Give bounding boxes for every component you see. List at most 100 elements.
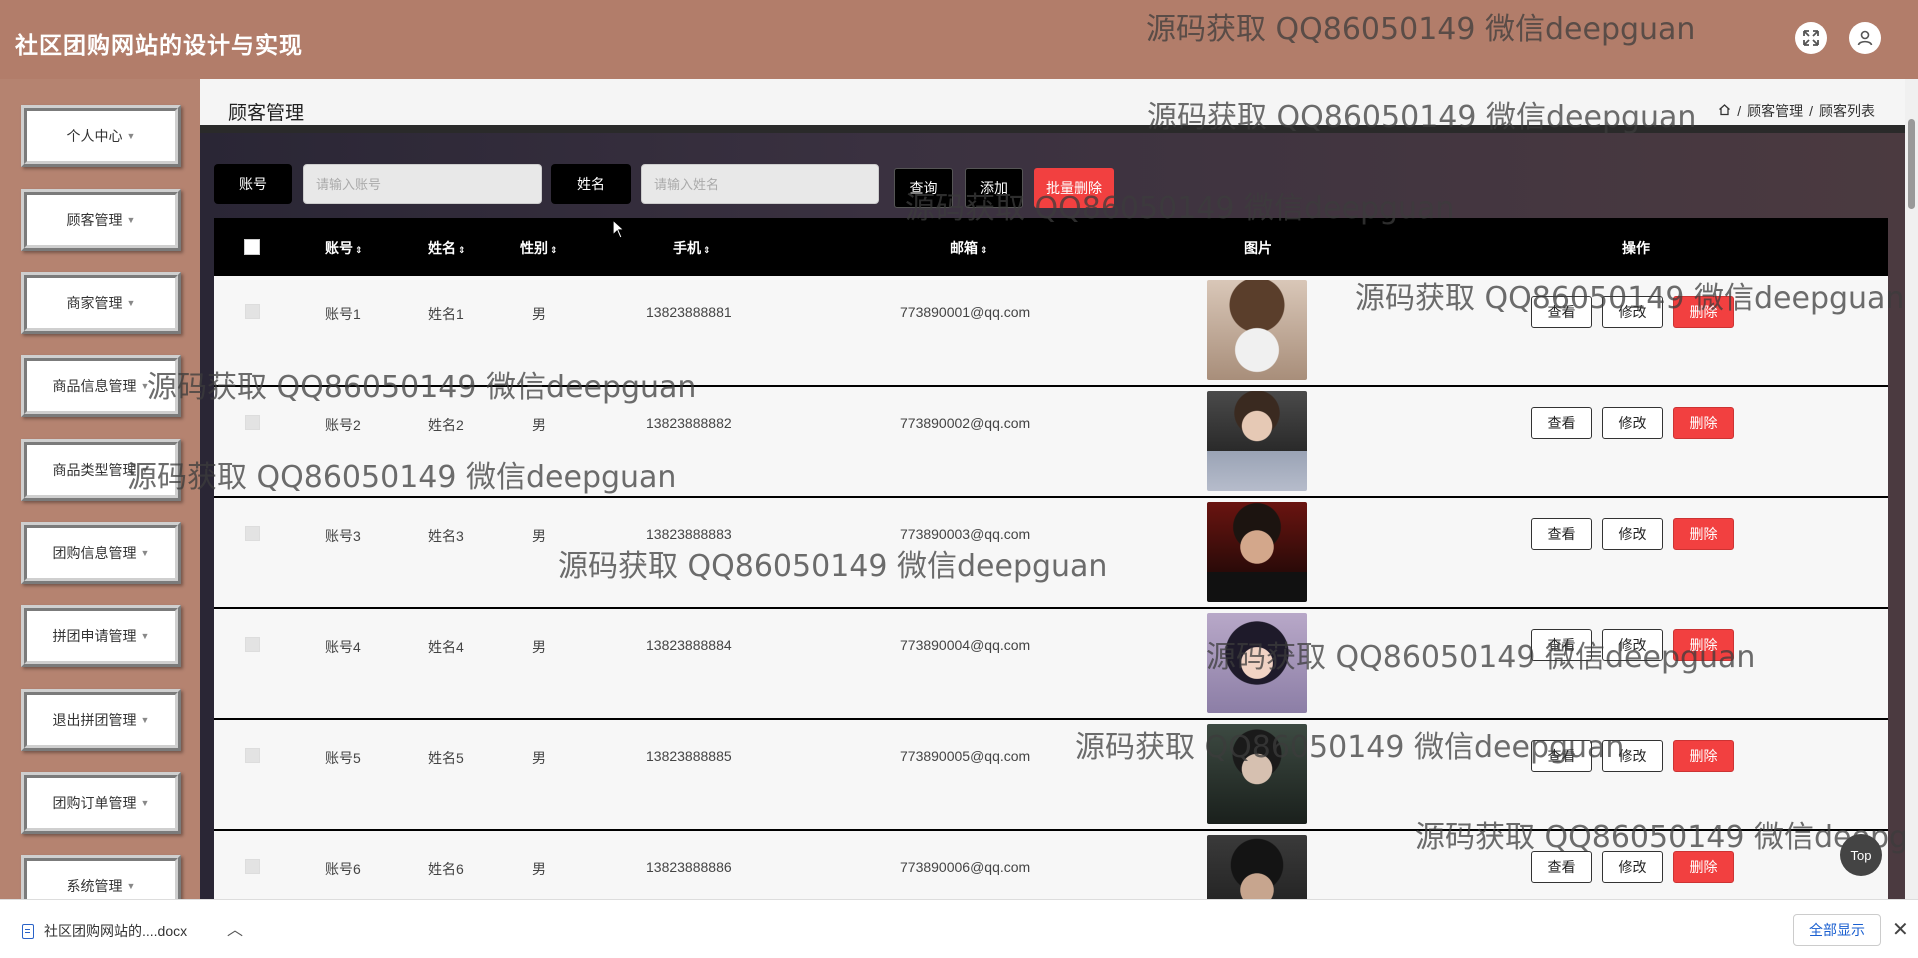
delete-button[interactable]: 删除 [1673,740,1734,772]
cell-phone: 13823888885 [646,748,732,764]
download-filename[interactable]: 社区团购网站的....docx [44,921,187,941]
sidebar-item-group-apply[interactable]: 拼团申请管理 ▼ [21,605,181,667]
header-email[interactable]: 邮箱 ⇕ [950,238,988,258]
cell-phone: 13823888881 [646,304,732,320]
delete-button[interactable]: 删除 [1673,518,1734,550]
name-label: 姓名 [551,164,631,204]
caret-down-icon: ▼ [126,881,136,891]
sidebar-item-personal-center[interactable]: 个人中心 ▼ [21,105,181,167]
cell-account: 账号3 [325,528,361,544]
download-item[interactable]: 社区团购网站的....docx [22,921,187,941]
cell-name: 姓名4 [428,639,464,655]
cell-email: 773890001@qq.com [900,304,1031,320]
add-button[interactable]: 添加 [965,168,1023,208]
sidebar-item-label: 商品类型管理 [52,462,137,478]
customer-photo[interactable] [1207,502,1307,602]
delete-button[interactable]: 删除 [1673,296,1734,328]
customer-photo[interactable] [1207,280,1307,380]
breadcrumb-separator: / [1737,103,1742,119]
table-row: 账号3 姓名3 男 13823888883 773890003@qq.com 查看 修改 删除 [214,498,1888,609]
scrollbar-thumb[interactable] [1908,119,1915,209]
account-search-input[interactable] [303,164,542,204]
chevron-up-icon[interactable]: ︿ [227,916,243,940]
cell-name: 姓名2 [428,417,464,433]
page-header: 顾客管理 / 顾客管理 / 顾客列表 [200,79,1905,133]
show-all-button[interactable]: 全部显示 [1793,914,1881,946]
sidebar-item-label: 拼团申请管理 [52,628,137,644]
sidebar-item-customer-management[interactable]: 顾客管理 ▼ [21,189,181,251]
breadcrumb-item[interactable]: 顾客管理 [1747,101,1803,121]
delete-button[interactable]: 删除 [1673,629,1734,661]
header-account[interactable]: 账号 ⇕ [325,238,363,258]
sidebar-item-group-orders[interactable]: 团购订单管理 ▼ [21,772,181,834]
sidebar-item-label: 系统管理 [66,878,123,894]
sidebar-item-group-buy-info[interactable]: 团购信息管理 ▼ [21,522,181,584]
header-phone[interactable]: 手机 ⇕ [673,238,711,258]
caret-down-icon: ▼ [126,215,136,225]
row-checkbox[interactable] [245,526,260,541]
edit-button[interactable]: 修改 [1602,518,1663,550]
sidebar-item-group-exit[interactable]: 退出拼团管理 ▼ [21,689,181,751]
home-icon[interactable] [1718,103,1731,119]
row-checkbox[interactable] [245,304,260,319]
query-button[interactable]: 查询 [894,168,953,208]
batch-delete-button[interactable]: 批量删除 [1034,168,1114,208]
customer-photo[interactable] [1207,391,1307,491]
customer-photo[interactable] [1207,835,1307,899]
cell-name: 姓名5 [428,750,464,766]
mouse-cursor-icon [612,219,626,239]
edit-button[interactable]: 修改 [1602,851,1663,883]
edit-button[interactable]: 修改 [1602,407,1663,439]
row-checkbox[interactable] [245,415,260,430]
close-icon[interactable]: ✕ [1892,917,1909,942]
edit-button[interactable]: 修改 [1602,740,1663,772]
sort-icon: ⇕ [980,245,988,255]
select-all-checkbox[interactable] [244,239,260,255]
caret-down-icon: ▼ [140,798,150,808]
cell-email: 773890004@qq.com [900,637,1031,653]
back-to-top-button[interactable]: Top [1840,834,1882,876]
sidebar-item-product-type[interactable]: 商品类型管理 ▼ [21,439,181,501]
table-row: 账号2 姓名2 男 13823888882 773890002@qq.com 查看 修改 删除 [214,387,1888,498]
delete-button[interactable]: 删除 [1673,851,1734,883]
customer-photo[interactable] [1207,724,1307,824]
sidebar-item-merchant-management[interactable]: 商家管理 ▼ [21,272,181,334]
breadcrumb-item: 顾客列表 [1819,103,1875,119]
row-checkbox[interactable] [245,859,260,874]
delete-button[interactable]: 删除 [1673,407,1734,439]
header-name[interactable]: 姓名 ⇕ [428,238,466,258]
name-search-input[interactable] [641,164,879,204]
table-row: 账号6 姓名6 男 13823888886 773890006@qq.com 查看 修改 删除 [214,831,1888,899]
row-checkbox[interactable] [245,748,260,763]
user-icon[interactable] [1849,22,1881,54]
caret-down-icon: ▼ [140,465,150,475]
cell-account: 账号6 [325,861,361,877]
row-checkbox[interactable] [245,637,260,652]
fullscreen-icon[interactable] [1795,22,1827,54]
view-button[interactable]: 查看 [1531,740,1592,772]
view-button[interactable]: 查看 [1531,407,1592,439]
cell-email: 773890002@qq.com [900,415,1031,431]
edit-button[interactable]: 修改 [1602,296,1663,328]
cell-account: 账号5 [325,750,361,766]
customer-photo[interactable] [1207,613,1307,713]
sidebar-item-label: 商家管理 [66,295,123,311]
page-title: 顾客管理 [228,103,305,124]
cell-name: 姓名6 [428,861,464,877]
header-gender[interactable]: 性别 ⇕ [520,238,558,258]
table-row: 账号5 姓名5 男 13823888885 773890005@qq.com 查看 修改 删除 [214,720,1888,831]
view-button[interactable]: 查看 [1531,296,1592,328]
scrollbar[interactable] [1905,79,1918,899]
sort-icon: ⇕ [458,245,466,255]
sidebar-item-product-info[interactable]: 商品信息管理 ▼ [21,355,181,417]
view-button[interactable]: 查看 [1531,851,1592,883]
cell-gender: 男 [532,750,546,766]
view-button[interactable]: 查看 [1531,629,1592,661]
app-title: 社区团购网站的设计与实现 [15,32,303,58]
view-button[interactable]: 查看 [1531,518,1592,550]
cell-account: 账号4 [325,639,361,655]
cell-phone: 13823888882 [646,415,732,431]
caret-down-icon: ▼ [140,548,150,558]
edit-button[interactable]: 修改 [1602,629,1663,661]
caret-down-icon: ▼ [126,131,136,141]
